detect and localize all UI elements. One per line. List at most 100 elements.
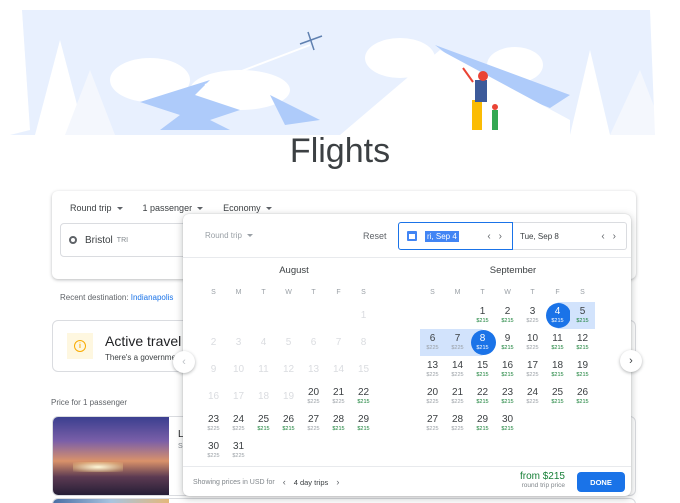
calendar-day[interactable]: 26 $215 [570, 383, 595, 410]
calendar-day: 5 [276, 329, 301, 356]
calendar-day[interactable]: 16 $215 [495, 356, 520, 383]
recent-destination-link[interactable]: Indianapolis [131, 293, 174, 302]
calendar-day[interactable]: 21 $225 [326, 383, 351, 410]
cabin-class-dropdown[interactable]: Economy [223, 203, 272, 213]
day-number: 3 [235, 336, 242, 348]
day-number: 10 [526, 332, 539, 344]
departure-date-input[interactable]: ri, Sep 4 ‹ › [398, 222, 513, 250]
day-number: 5 [285, 336, 292, 348]
trip-type-dropdown[interactable]: Round trip [70, 203, 123, 213]
calendar-day[interactable]: 27 $225 [301, 410, 326, 437]
calendar-day[interactable]: 14 $225 [445, 356, 470, 383]
weekday-label: S [361, 289, 366, 296]
day-price: $215 [501, 425, 514, 432]
empty-cell [251, 302, 276, 329]
day-number: 19 [282, 390, 295, 402]
weekday-label: M [235, 289, 242, 296]
calendar-day[interactable]: 22 $215 [470, 383, 495, 410]
calendar-day[interactable]: 18 $215 [545, 356, 570, 383]
day-number: 22 [476, 386, 489, 398]
day-number: 20 [307, 386, 320, 398]
calendar-day[interactable]: 28 $215 [326, 410, 351, 437]
day-number: 5 [579, 305, 586, 317]
calendar-day[interactable]: 3 $225 [520, 302, 545, 329]
calendar-day[interactable]: 20 $225 [301, 383, 326, 410]
calendar-day[interactable]: 5 $215 [570, 302, 595, 329]
departure-prev-day-icon[interactable]: ‹ [487, 231, 490, 242]
weekday-label: S [211, 289, 216, 296]
calendar-day[interactable]: 27 $225 [420, 410, 445, 437]
return-prev-day-icon[interactable]: ‹ [601, 231, 604, 242]
calendar-day[interactable]: 24 $225 [520, 383, 545, 410]
calendar-day[interactable]: 8 $215 [470, 329, 496, 356]
calendar-day: 10 [226, 356, 251, 383]
return-date-input[interactable]: Tue, Sep 8 ‹ › [513, 222, 627, 250]
day-price: $225 [526, 317, 539, 324]
calendar-day[interactable]: 19 $215 [570, 356, 595, 383]
calendar-day[interactable]: 25 $215 [251, 410, 276, 437]
calendar-day[interactable]: 30 $225 [201, 437, 226, 464]
weekday-label: F [336, 289, 341, 296]
day-number: 13 [426, 359, 439, 371]
departure-next-day-icon[interactable]: › [499, 231, 502, 242]
day-number: 16 [501, 359, 514, 371]
day-number: 23 [207, 413, 220, 425]
calendar-day[interactable]: 25 $215 [545, 383, 570, 410]
calendar-day[interactable]: 11 $215 [545, 329, 570, 356]
destination-card[interactable] [52, 498, 636, 503]
origin-input[interactable]: Bristol TRI [60, 223, 190, 257]
origin-circle-icon [69, 236, 77, 244]
calendar-day[interactable]: 13 $225 [420, 356, 445, 383]
trip-length-next-icon[interactable]: › [336, 477, 339, 487]
trip-length-prev-icon[interactable]: ‹ [283, 477, 286, 487]
previous-month-button[interactable]: ‹ [173, 351, 195, 373]
calendar-day: 18 [251, 383, 276, 410]
calendar-day[interactable]: 2 $215 [495, 302, 520, 329]
day-price: $225 [307, 425, 320, 432]
calendar-day[interactable]: 6 $225 [420, 329, 445, 356]
calendar-day[interactable]: 22 $215 [351, 383, 376, 410]
return-next-day-icon[interactable]: › [613, 231, 616, 242]
calendar-day[interactable]: 10 $225 [520, 329, 545, 356]
weekday-label: S [580, 289, 585, 296]
day-number: 28 [332, 413, 345, 425]
picker-trip-type-dropdown[interactable]: Round trip [205, 231, 253, 240]
calendar-day[interactable]: 30 $215 [495, 410, 520, 437]
day-number: 14 [332, 363, 345, 375]
next-month-button[interactable]: › [620, 350, 642, 372]
reset-button[interactable]: Reset [363, 231, 387, 241]
calendar-day[interactable]: 29 $215 [470, 410, 495, 437]
caret-down-icon [265, 206, 272, 210]
calendar-day[interactable]: 21 $225 [445, 383, 470, 410]
calendar-day[interactable]: 29 $215 [351, 410, 376, 437]
day-price: $225 [232, 425, 245, 432]
calendar-day[interactable]: 23 $215 [495, 383, 520, 410]
calendar-day: 13 [301, 356, 326, 383]
calendar-day: 11 [251, 356, 276, 383]
calendar-day[interactable]: 15 $215 [470, 356, 495, 383]
day-price: $225 [307, 398, 320, 405]
calendar-day[interactable]: 9 $215 [495, 329, 520, 356]
calendar-day[interactable]: 7 $225 [445, 329, 470, 356]
day-price: $215 [576, 371, 589, 378]
return-date-text: Tue, Sep 8 [520, 231, 559, 241]
day-price: $225 [426, 425, 439, 432]
calendar-day[interactable]: 4 $215 [545, 302, 571, 329]
price-for-passenger-label: Price for 1 passenger [51, 398, 128, 407]
calendar-day[interactable]: 26 $215 [276, 410, 301, 437]
day-number: 7 [335, 336, 342, 348]
month-title: August [279, 265, 309, 276]
calendar-day[interactable]: 1 $215 [470, 302, 495, 329]
calendar-day[interactable]: 20 $225 [420, 383, 445, 410]
day-number: 25 [257, 413, 270, 425]
calendar-grid: 1 $215 2 $215 3 $225 4 $215 5 $215 6 $225 7 $225 8 $215… [420, 302, 606, 437]
calendar-day: 2 [201, 329, 226, 356]
calendar-day[interactable]: 31 $225 [226, 437, 251, 464]
done-button[interactable]: DONE [577, 472, 625, 492]
calendar-day[interactable]: 23 $225 [201, 410, 226, 437]
calendar-day[interactable]: 12 $215 [570, 329, 595, 356]
calendar-day[interactable]: 24 $225 [226, 410, 251, 437]
calendar-day[interactable]: 28 $225 [445, 410, 470, 437]
calendar-day[interactable]: 17 $225 [520, 356, 545, 383]
passengers-dropdown[interactable]: 1 passenger [143, 203, 204, 213]
